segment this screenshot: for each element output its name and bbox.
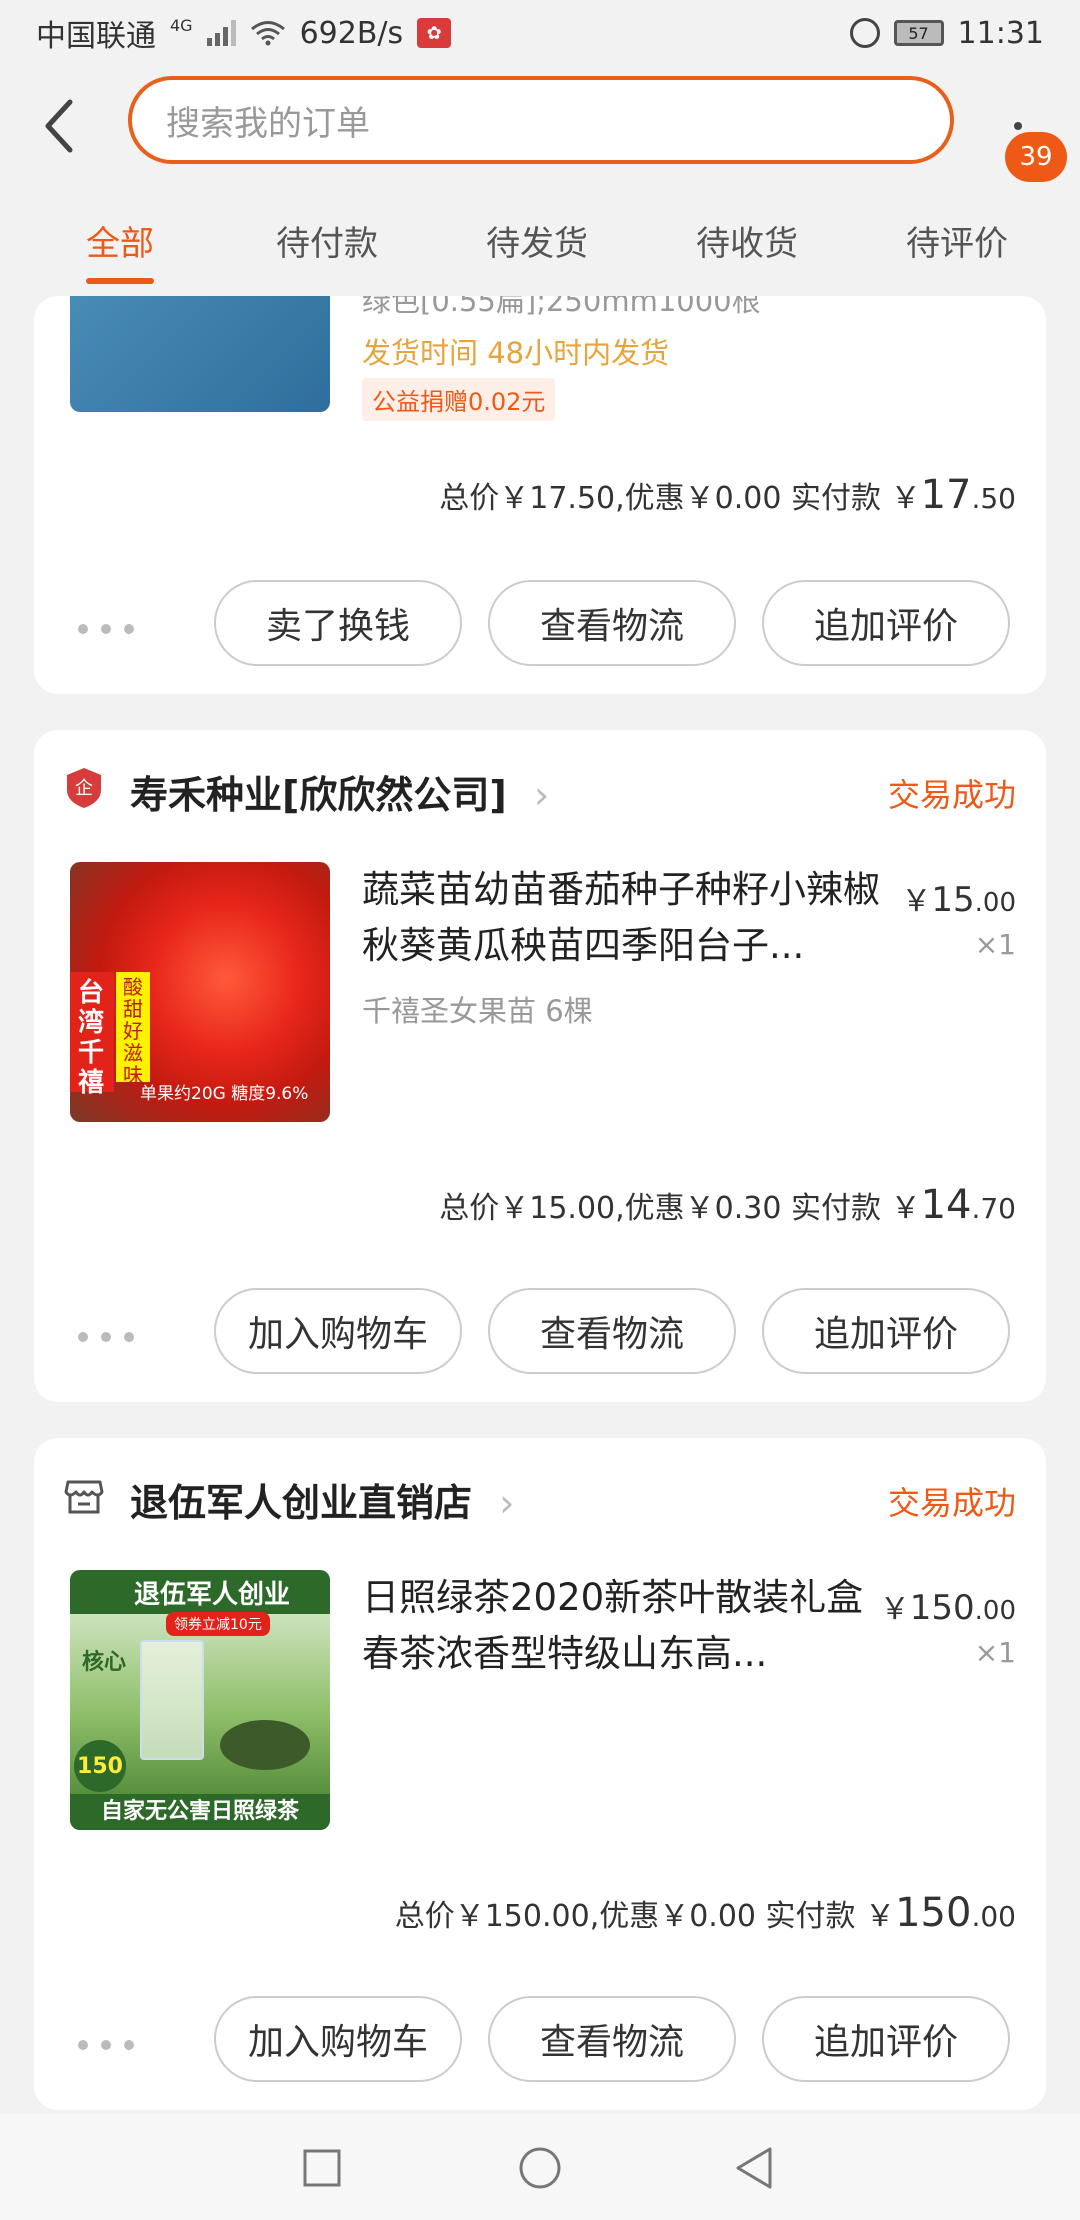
battery-icon: 57 bbox=[893, 20, 944, 46]
tab-pending-receipt[interactable]: 待收货 bbox=[696, 216, 798, 265]
back-arrow-icon[interactable] bbox=[40, 96, 80, 156]
order-total: 总价￥17.50,优惠￥0.00 实付款 ￥17.50 bbox=[439, 472, 1016, 518]
view-logistics-button[interactable]: 查看物流 bbox=[488, 1996, 736, 2082]
image-caption: 自家无公害日照绿茶 bbox=[70, 1794, 330, 1830]
price-integer: 150 bbox=[909, 1588, 975, 1628]
paid-amount-integer: 14 bbox=[920, 1182, 972, 1228]
add-to-cart-button[interactable]: 加入购物车 bbox=[214, 1288, 462, 1374]
store-icon bbox=[64, 1480, 104, 1514]
add-review-button[interactable]: 追加评价 bbox=[762, 1288, 1010, 1374]
view-logistics-button[interactable]: 查看物流 bbox=[488, 580, 736, 666]
add-review-button[interactable]: 追加评价 bbox=[762, 1996, 1010, 2082]
image-title: 退伍军人创业 bbox=[134, 1580, 291, 1610]
status-bar: 中国联通 4G 692B/s ✿ 57 11:31 bbox=[0, 0, 1080, 66]
battery-level: 57 bbox=[908, 23, 929, 43]
tab-pending-shipment[interactable]: 待发货 bbox=[486, 216, 588, 265]
price-integer: 15 bbox=[931, 880, 975, 920]
image-caption: 单果约20G 糖度9.6% bbox=[140, 1084, 309, 1104]
paid-amount-integer: 17 bbox=[920, 472, 972, 518]
product-image[interactable] bbox=[70, 296, 330, 412]
charity-tag: 公益捐赠0.02元 bbox=[362, 378, 556, 421]
more-dots-icon bbox=[1014, 122, 1022, 130]
currency: ￥ bbox=[890, 481, 921, 516]
image-core-label: 核心 bbox=[82, 1650, 127, 1675]
order-tabs: 全部 待付款 待发货 待收货 待评价 bbox=[0, 186, 1080, 296]
paid-amount-decimal: .50 bbox=[971, 482, 1016, 515]
product-image[interactable]: 退伍军人创业 领券立减10元 核心 150 自家无公害日照绿茶 bbox=[70, 1570, 330, 1830]
back-triangle-icon[interactable] bbox=[734, 2146, 774, 2190]
paid-amount-decimal: .70 bbox=[971, 1192, 1016, 1225]
price-decimal: .00 bbox=[974, 888, 1016, 918]
currency: ￥ bbox=[879, 1592, 910, 1627]
add-to-cart-button[interactable]: 加入购物车 bbox=[214, 1996, 462, 2082]
search-input[interactable]: 搜索我的订单 bbox=[128, 76, 954, 164]
currency: ￥ bbox=[890, 1191, 921, 1226]
search-placeholder: 搜索我的订单 bbox=[166, 103, 370, 144]
unit-price: ￥150.00 bbox=[880, 1584, 1016, 1628]
product-image[interactable]: 台湾千禧 酸甜好滋味 单果约20G 糖度9.6% bbox=[70, 862, 330, 1122]
image-price: 150 bbox=[74, 1740, 126, 1792]
network-speed: 692B/s bbox=[299, 15, 404, 51]
chevron-right-icon: › bbox=[499, 1481, 515, 1525]
order-total: 总价￥15.00,优惠￥0.30 实付款 ￥14.70 bbox=[439, 1182, 1016, 1228]
price-decimal: .00 bbox=[974, 1596, 1016, 1626]
top-bar: 搜索我的订单 39 bbox=[0, 66, 1080, 186]
signal-icon bbox=[206, 20, 236, 46]
paid-amount-integer: 150 bbox=[895, 1890, 972, 1936]
image-tagline: 酸甜好滋味 bbox=[116, 972, 150, 1086]
enterprise-shop-icon: 企 bbox=[67, 768, 101, 808]
tab-all[interactable]: 全部 bbox=[86, 216, 154, 265]
more-actions-icon[interactable] bbox=[78, 2038, 134, 2052]
shop-name-label: 寿禾种业[欣欣然公司] bbox=[130, 773, 507, 817]
sell-for-cash-button[interactable]: 卖了换钱 bbox=[214, 580, 462, 666]
add-review-button[interactable]: 追加评价 bbox=[762, 580, 1010, 666]
quantity: ×1 bbox=[974, 1636, 1016, 1669]
alarm-icon bbox=[849, 18, 880, 48]
more-actions-icon[interactable] bbox=[78, 1330, 134, 1344]
tab-pending-payment[interactable]: 待付款 bbox=[276, 216, 378, 265]
shop-name[interactable]: 退伍军人创业直销店 › bbox=[130, 1472, 514, 1527]
order-card: 企 寿禾种业[欣欣然公司] › 交易成功 台湾千禧 酸甜好滋味 单果约20G 糖… bbox=[34, 730, 1046, 1402]
active-tab-indicator bbox=[86, 278, 154, 284]
svg-text:企: 企 bbox=[75, 778, 93, 799]
unit-price: ￥15.00 bbox=[901, 876, 1016, 920]
view-logistics-button[interactable]: 查看物流 bbox=[488, 1288, 736, 1374]
order-status: 交易成功 bbox=[887, 776, 1016, 814]
home-icon[interactable] bbox=[518, 2146, 562, 2190]
order-card: 退伍军人创业直销店 › 交易成功 退伍军人创业 领券立减10元 核心 150 自… bbox=[34, 1438, 1046, 2110]
image-coupon: 领券立减10元 bbox=[166, 1612, 270, 1636]
paid-amount-decimal: .00 bbox=[971, 1900, 1016, 1933]
total-summary: 总价￥150.00,优惠￥0.00 实付款 bbox=[394, 1899, 856, 1934]
tab-pending-review[interactable]: 待评价 bbox=[906, 216, 1008, 265]
carrier-label: 中国联通 bbox=[36, 19, 156, 54]
chevron-right-icon: › bbox=[533, 773, 550, 817]
total-summary: 总价￥15.00,优惠￥0.30 实付款 bbox=[439, 1191, 882, 1226]
charity-label: 公益捐赠0.02元 bbox=[372, 388, 546, 416]
shop-name-label: 退伍军人创业直销店 bbox=[130, 1481, 473, 1525]
product-title[interactable]: 蔬菜苗幼苗番茄种子种籽小辣椒秋葵黄瓜秧苗四季阳台子... bbox=[362, 862, 892, 974]
shop-name[interactable]: 寿禾种业[欣欣然公司] › bbox=[130, 764, 549, 819]
currency: ￥ bbox=[865, 1899, 896, 1934]
product-sku: 千禧圣女果苗 6棵 bbox=[362, 994, 593, 1028]
image-label: 台湾千禧 bbox=[70, 972, 114, 1098]
recent-apps-icon[interactable] bbox=[302, 2148, 342, 2188]
clock: 11:31 bbox=[957, 15, 1044, 51]
more-actions-icon[interactable] bbox=[78, 622, 134, 636]
order-card: 绿色[0.55扁];250mm1000根 发货时间 48小时内发货 公益捐赠0.… bbox=[34, 296, 1046, 694]
shipping-time: 发货时间 48小时内发货 bbox=[362, 336, 670, 370]
currency: ￥ bbox=[901, 884, 932, 919]
wifi-icon bbox=[250, 21, 285, 46]
quantity: ×1 bbox=[974, 928, 1016, 961]
app-notification-icon: ✿ bbox=[417, 18, 452, 48]
network-label: 4G bbox=[170, 15, 193, 35]
total-summary: 总价￥17.50,优惠￥0.00 实付款 bbox=[439, 481, 882, 516]
product-title[interactable]: 日照绿茶2020新茶叶散装礼盒春茶浓香型特级山东高... bbox=[362, 1570, 892, 1682]
order-status: 交易成功 bbox=[887, 1484, 1016, 1522]
order-total: 总价￥150.00,优惠￥0.00 实付款 ￥150.00 bbox=[395, 1890, 1016, 1936]
product-sku: 绿色[0.55扁];250mm1000根 bbox=[362, 296, 761, 318]
system-nav-bar bbox=[0, 2114, 1080, 2220]
notification-badge: 39 bbox=[1005, 132, 1067, 182]
